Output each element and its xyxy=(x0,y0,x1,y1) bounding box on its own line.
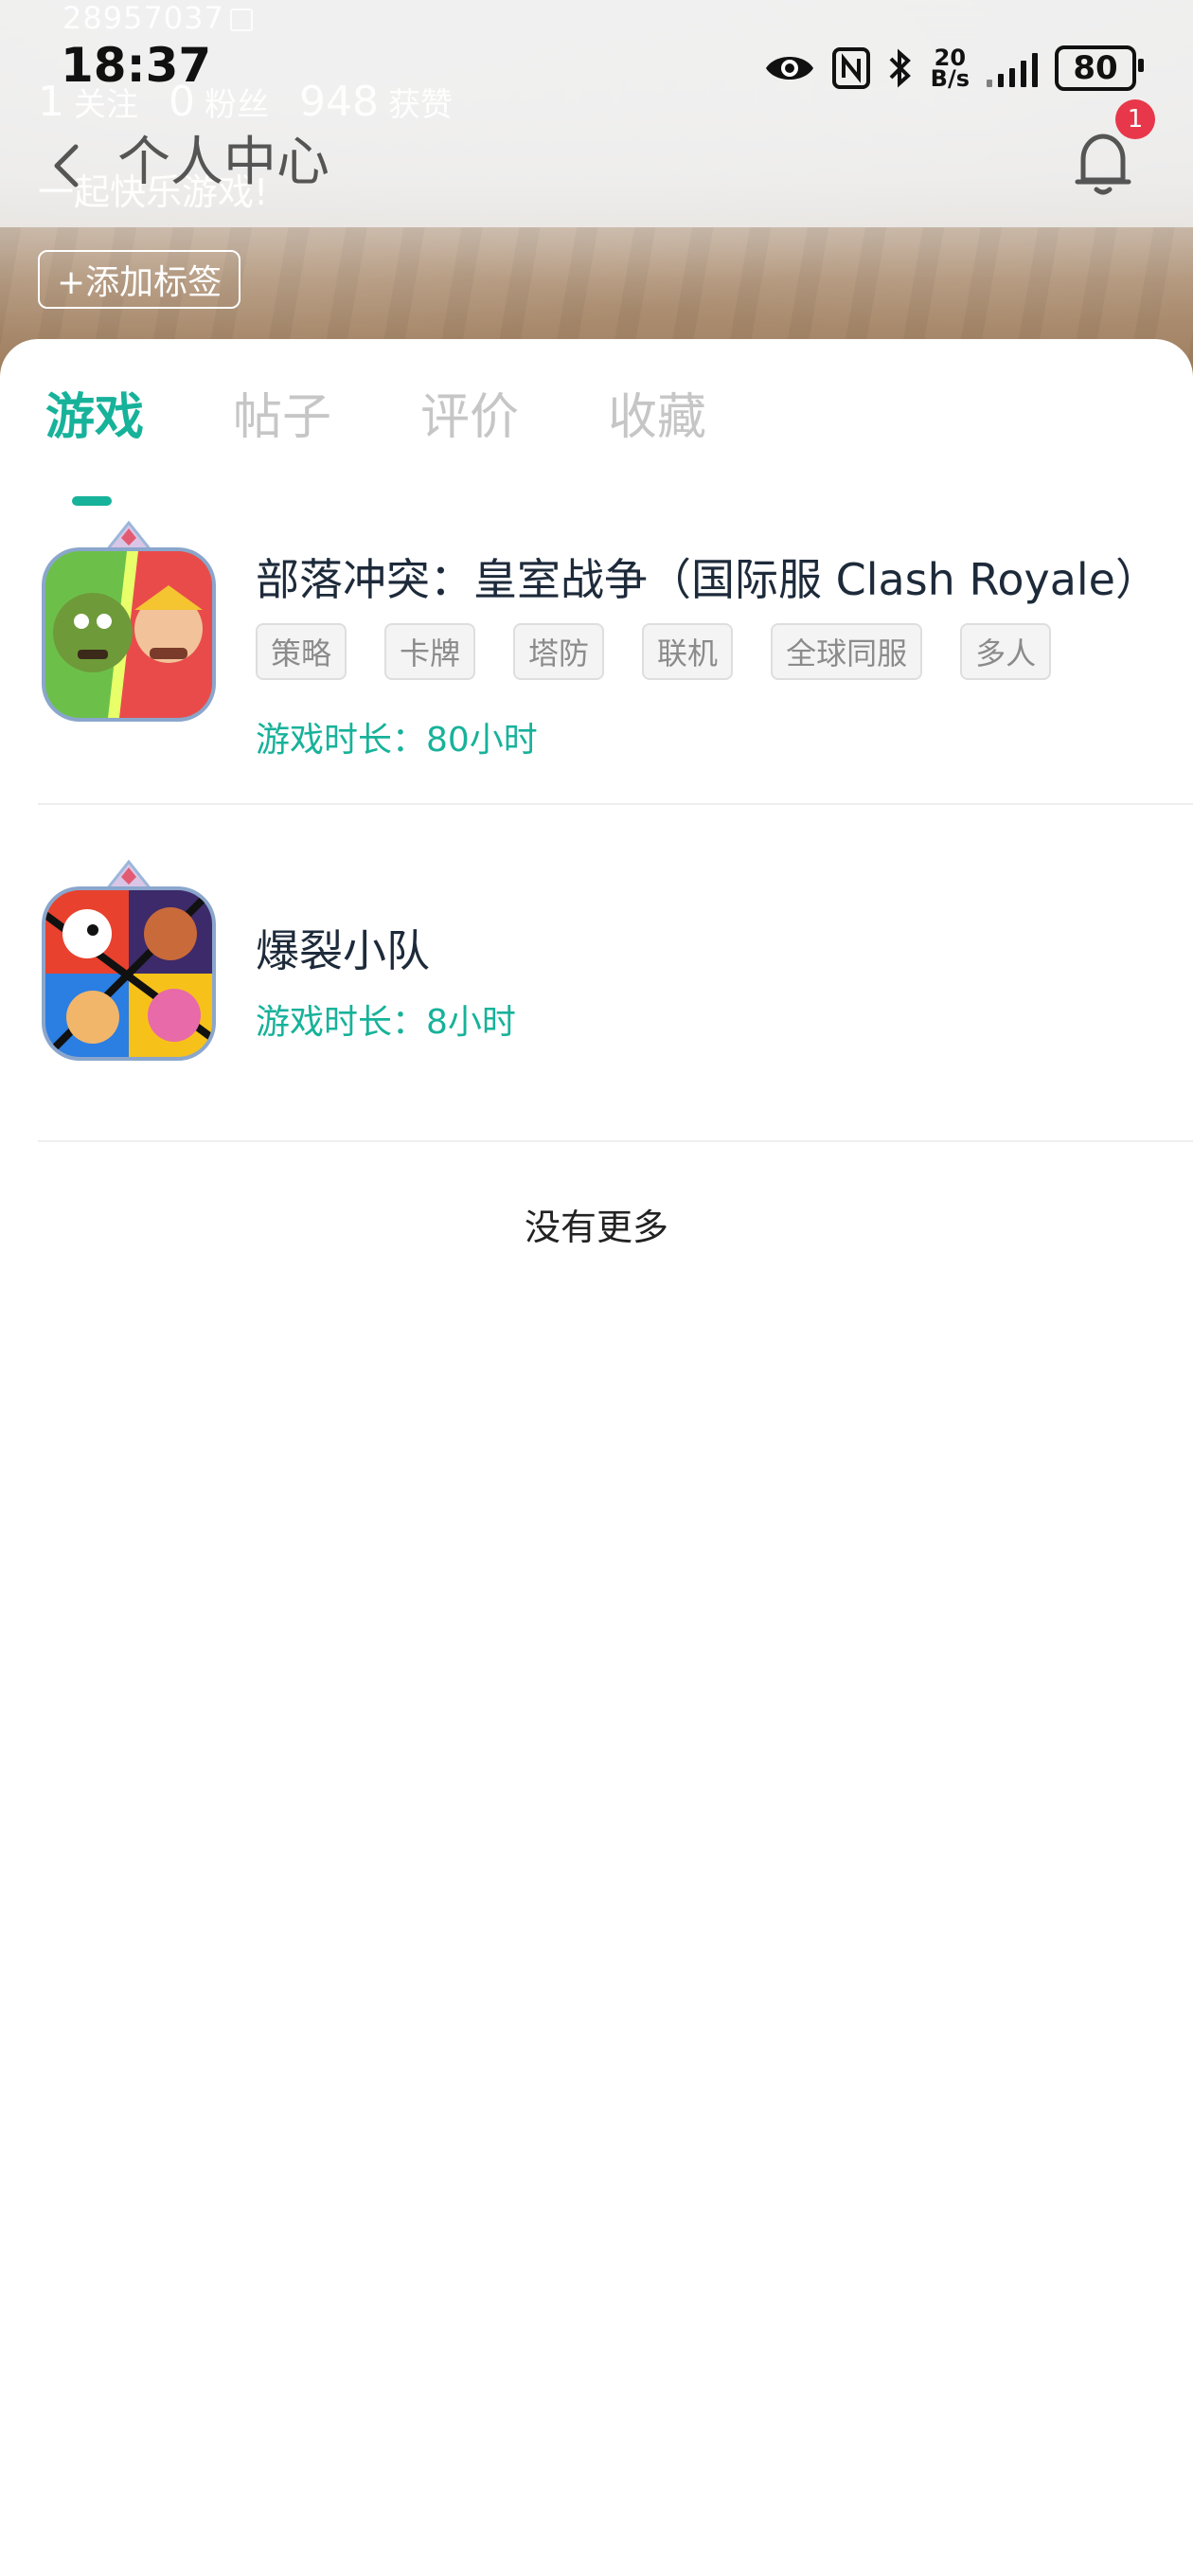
no-more-label: 没有更多 xyxy=(524,1207,668,1248)
status-bar: 28957037 18:37 20 B/s 80 xyxy=(0,0,1193,114)
signal-icon xyxy=(987,49,1038,87)
tag-online[interactable]: 联机 xyxy=(642,623,734,680)
chevron-left-icon xyxy=(54,144,79,188)
game-playtime: 游戏时长：8小时 xyxy=(256,1003,516,1042)
game-name[interactable]: 部落冲突：皇室战争（国际服 Clash Royale） xyxy=(256,546,1159,608)
clash-royale-icon[interactable] xyxy=(36,519,222,731)
tag-multiplayer[interactable]: 多人 xyxy=(960,623,1052,680)
top-nav: 个人中心 xyxy=(0,114,1193,218)
tab-posts[interactable]: 帖子 xyxy=(233,377,331,448)
squad-busters-icon[interactable] xyxy=(36,858,222,1070)
tag-strategy[interactable]: 策略 xyxy=(256,623,347,680)
tab-favorites[interactable]: 收藏 xyxy=(608,377,706,448)
tab-active-indicator xyxy=(72,496,112,506)
tag-global-server[interactable]: 全球同服 xyxy=(771,623,923,680)
battery-icon: 80 xyxy=(1055,45,1144,91)
eye-icon xyxy=(764,49,815,87)
user-id-label: 28957037 xyxy=(62,0,253,36)
tab-games[interactable]: 游戏 xyxy=(45,377,144,448)
content-sheet: 游戏 帖子 评价 收藏 部落冲突：皇室战争（国际服 Clash Royale） … xyxy=(0,339,1193,2576)
status-icons: 20 B/s 80 xyxy=(764,45,1144,92)
game-name[interactable]: 爆裂小队 xyxy=(256,917,430,979)
notification-badge: 1 xyxy=(1115,99,1155,139)
battery-level: 80 xyxy=(1073,49,1118,87)
back-button[interactable] xyxy=(38,133,95,199)
game-tags: 策略 卡牌 塔防 联机 全球同服 多人 xyxy=(256,623,1052,680)
game-playtime: 游戏时长：80小时 xyxy=(256,721,538,760)
nfc-icon xyxy=(831,47,870,89)
profile-page: 1 关注 0 粉丝 948 获赞 一起快乐游戏! 28957037 18:37 20 B… xyxy=(0,0,1193,2576)
copy-icon[interactable] xyxy=(229,9,253,31)
status-time: 18:37 xyxy=(61,38,212,93)
add-tag-button[interactable]: +添加标签 xyxy=(38,250,241,309)
net-speed-unit: B/s xyxy=(930,65,970,92)
network-speed: 20 B/s xyxy=(930,46,970,92)
page-title: 个人中心 xyxy=(117,132,329,193)
bluetooth-icon xyxy=(887,47,914,89)
tab-bar: 游戏 帖子 评价 收藏 xyxy=(0,377,1193,506)
tag-card[interactable]: 卡牌 xyxy=(384,623,476,680)
tab-reviews[interactable]: 评价 xyxy=(420,377,519,448)
tag-tower-defense[interactable]: 塔防 xyxy=(513,623,605,680)
user-id: 28957037 xyxy=(62,0,224,36)
list-divider xyxy=(38,1140,1193,1142)
list-divider xyxy=(38,803,1193,805)
